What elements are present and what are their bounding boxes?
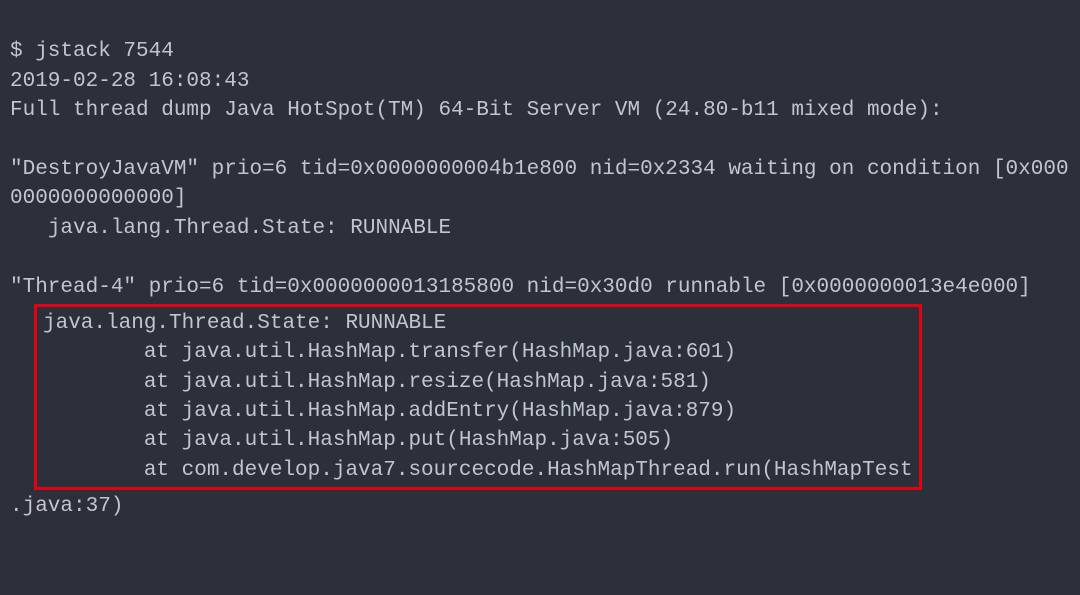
command-line: $ jstack 7544: [10, 40, 174, 63]
thread-4-state: java.lang.Thread.State: RUNNABLE: [43, 312, 446, 335]
stack-frame-resize: at java.util.HashMap.resize(HashMap.java…: [43, 371, 711, 394]
thread-4-header: "Thread-4" prio=6 tid=0x0000000013185800…: [10, 276, 1031, 299]
stack-frame-trailing: .java:37): [10, 495, 123, 518]
thread-state-runnable: java.lang.Thread.State: RUNNABLE: [10, 217, 451, 240]
timestamp-line: 2019-02-28 16:08:43: [10, 70, 249, 93]
stack-frame-put: at java.util.HashMap.put(HashMap.java:50…: [43, 429, 673, 452]
thread-destroyjavavm: "DestroyJavaVM" prio=6 tid=0x0000000004b…: [10, 158, 1069, 210]
stack-frame-transfer: at java.util.HashMap.transfer(HashMap.ja…: [43, 341, 736, 364]
stack-frame-addentry: at java.util.HashMap.addEntry(HashMap.ja…: [43, 400, 736, 423]
stack-frame-hashmapthread: at com.develop.java7.sourcecode.HashMapT…: [43, 459, 913, 482]
stack-trace-highlight-box: java.lang.Thread.State: RUNNABLE at java…: [34, 304, 922, 490]
terminal-output: $ jstack 7544 2019-02-28 16:08:43 Full t…: [10, 8, 1070, 522]
dump-header: Full thread dump Java HotSpot(TM) 64-Bit…: [10, 99, 943, 122]
